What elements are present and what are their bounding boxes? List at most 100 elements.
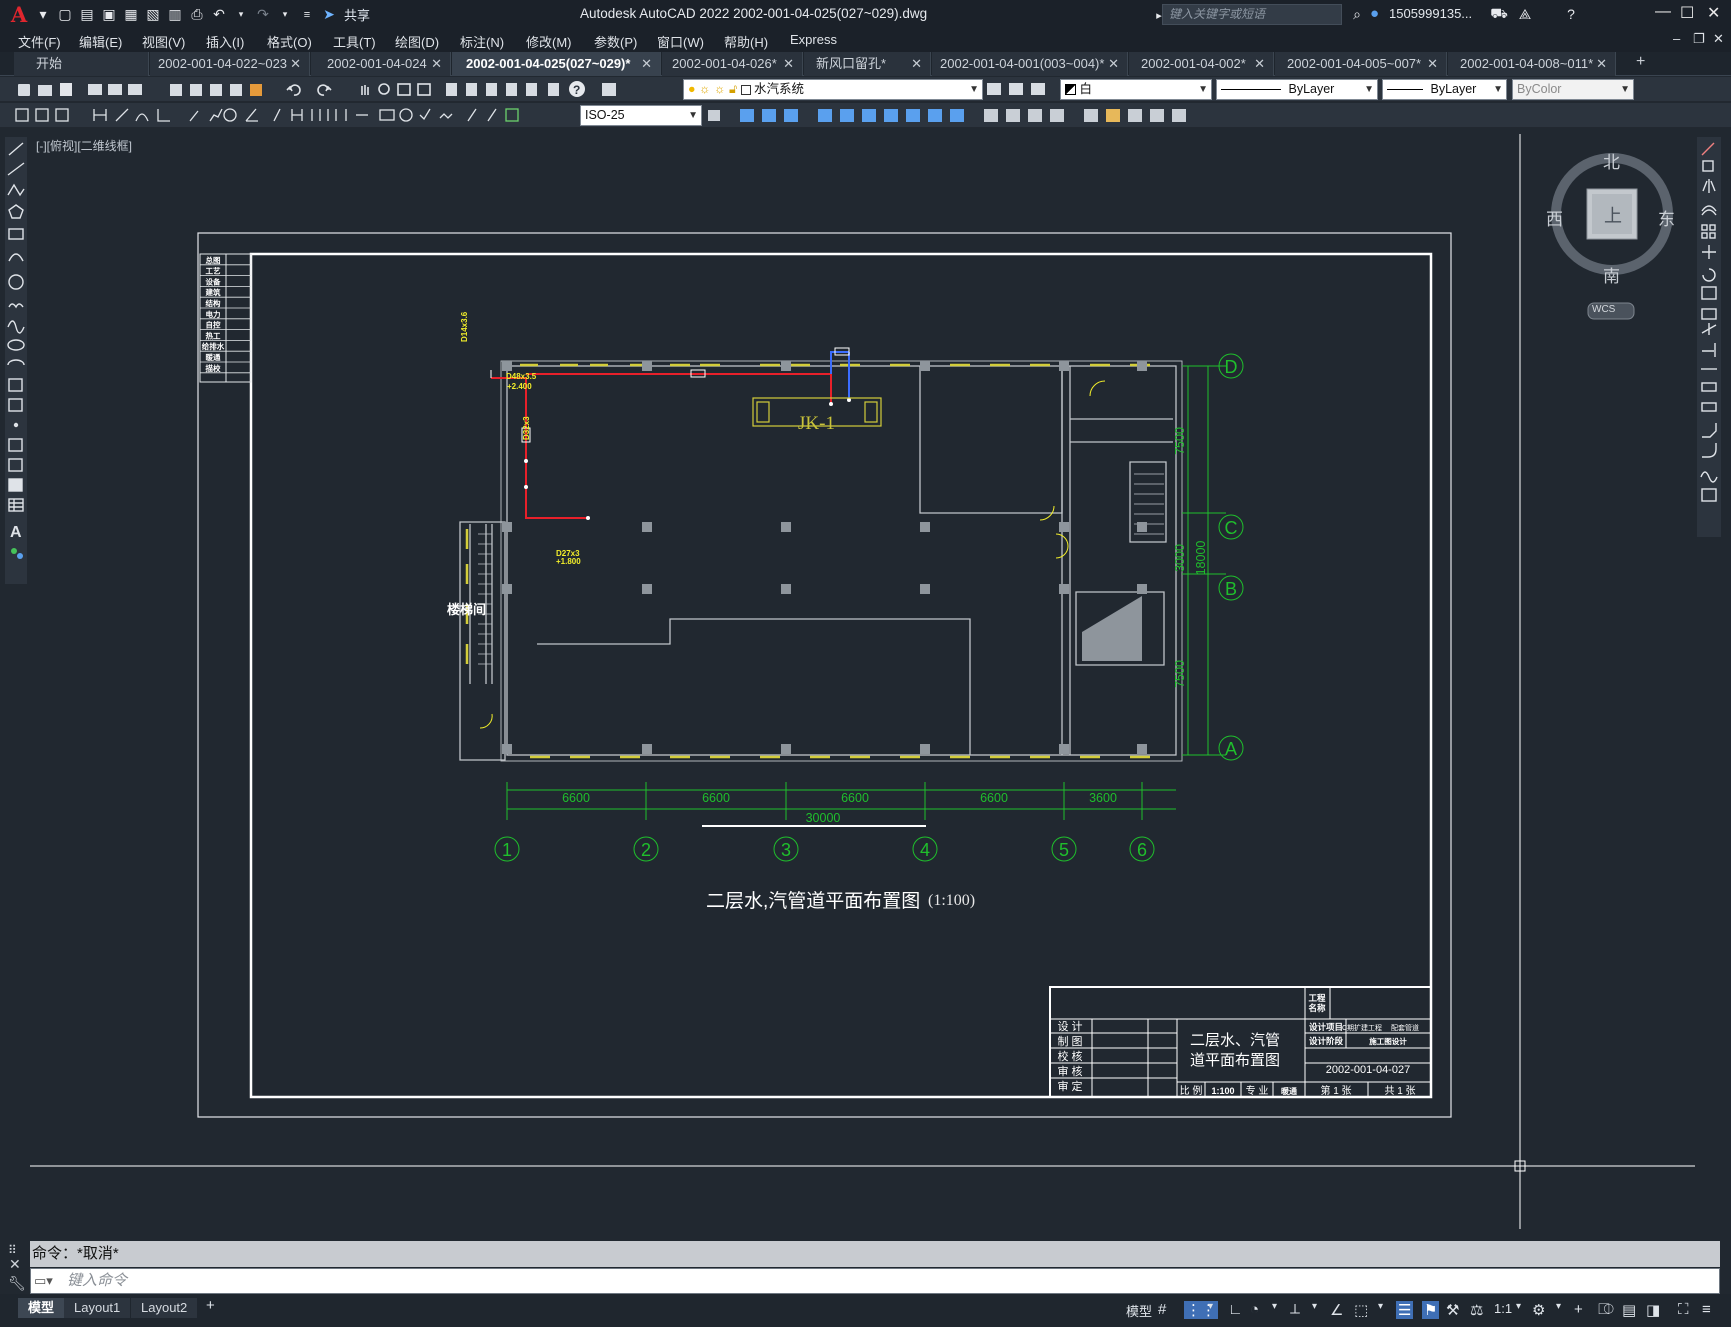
cart-icon[interactable]: ⛟	[1488, 3, 1510, 25]
customize-status-icon[interactable]: ≡	[1702, 1301, 1711, 1318]
doc-close-icon[interactable]: ✕	[1713, 31, 1724, 47]
annotation-scale-icon[interactable]: ⚖	[1470, 1301, 1483, 1319]
tab-start[interactable]: 开始	[14, 52, 149, 76]
new-tab-plus-icon[interactable]: +	[1636, 53, 1645, 71]
menu-edit[interactable]: 编辑(E)	[79, 32, 122, 51]
open-file-icon[interactable]: ▤	[76, 4, 98, 26]
units-icon[interactable]: ⎄	[1598, 1301, 1614, 1318]
tab-layout2[interactable]: Layout2	[131, 1298, 198, 1318]
close-button[interactable]: ✕	[1707, 3, 1720, 23]
object-snap-tracking-icon[interactable]: ∠	[1330, 1301, 1343, 1319]
viewcube-east[interactable]: 东	[1658, 205, 1675, 230]
save-icon[interactable]: ▣	[98, 4, 120, 26]
tab-file[interactable]: 2002-001-04-022~023 ✕	[150, 52, 310, 76]
autodesk-app-icon[interactable]: ⟁	[1514, 3, 1536, 25]
maximize-button[interactable]: ☐	[1680, 3, 1694, 23]
menu-help[interactable]: 帮助(H)	[724, 32, 768, 51]
tab-model[interactable]: 模型	[18, 1298, 65, 1318]
annotation-scale-value[interactable]: 1:1	[1494, 1301, 1512, 1316]
redo-dropdown-icon[interactable]: ▾	[274, 4, 296, 26]
open-web-icon[interactable]: ▧	[142, 4, 164, 26]
tab-layout1[interactable]: Layout1	[64, 1298, 131, 1318]
menu-draw[interactable]: 绘图(D)	[395, 32, 439, 51]
layer-on-icon[interactable]: ●	[688, 82, 696, 96]
workspace-menu-icon[interactable]: ▾	[1556, 1301, 1561, 1312]
keyword-search-input[interactable]: 键入关键字或短语	[1162, 4, 1342, 25]
undo-icon[interactable]: ↶	[208, 4, 230, 26]
annotation-monitor-icon[interactable]: +	[1574, 1301, 1583, 1318]
app-menu-chevron-icon[interactable]: ▾	[32, 4, 54, 26]
minimize-button[interactable]: —	[1655, 3, 1671, 21]
lineweight-dropdown[interactable]: ByLayer ▼	[1382, 79, 1507, 100]
plot-icon[interactable]: ⎙	[186, 4, 208, 26]
object-snap-menu-icon[interactable]: ▾	[1378, 1301, 1383, 1312]
isodraft-icon[interactable]: ⟂	[1290, 1301, 1300, 1318]
menu-insert[interactable]: 插入(I)	[206, 32, 244, 51]
command-prompt-icon[interactable]: ▭▾	[34, 1273, 53, 1289]
viewcube-south[interactable]: 南	[1603, 262, 1620, 287]
close-tab-icon[interactable]: ✕	[290, 52, 301, 76]
new-file-icon[interactable]: ▢	[54, 4, 76, 26]
menu-window[interactable]: 窗口(W)	[657, 32, 704, 51]
dimstyle-dropdown[interactable]: ISO-25 ▼	[580, 105, 702, 126]
autocad-logo-icon[interactable]: A	[6, 2, 32, 27]
isolate-objects-icon[interactable]: ◨	[1646, 1301, 1660, 1319]
save-web-icon[interactable]: ▥	[164, 4, 186, 26]
menu-file[interactable]: 文件(F)	[18, 32, 61, 51]
menu-modify[interactable]: 修改(M)	[526, 32, 572, 51]
share-icon[interactable]: ➤	[318, 4, 340, 26]
command-input[interactable]: 键入命令	[30, 1268, 1720, 1294]
menu-dimension[interactable]: 标注(N)	[460, 32, 504, 51]
layer-freeze-icon[interactable]: ☼	[699, 82, 710, 96]
tab-file[interactable]: 2002-001-04-024 ✕	[311, 52, 451, 76]
help-icon[interactable]: ?	[1560, 3, 1582, 25]
customize-quickaccess-icon[interactable]: ≡	[296, 4, 318, 26]
annotation-scale-menu-icon[interactable]: ▾	[1516, 1301, 1521, 1312]
chevron-down-icon[interactable]: ▼	[1364, 80, 1374, 99]
layer-vp-freeze-icon[interactable]: ☼	[714, 82, 725, 96]
add-layout-icon[interactable]: +	[206, 1297, 215, 1314]
close-tab-icon[interactable]: ✕	[431, 52, 442, 76]
viewcube-north[interactable]: 北	[1603, 148, 1620, 173]
viewcube-top-label[interactable]: 上	[1604, 202, 1622, 228]
tab-file-active[interactable]: 2002-001-04-025(027~029)* ✕	[452, 52, 661, 76]
chevron-down-icon[interactable]: ▼	[969, 80, 979, 99]
color-dropdown[interactable]: 白 ▼	[1060, 79, 1212, 100]
chevron-down-icon[interactable]: ▼	[1620, 80, 1630, 99]
polar-menu-icon[interactable]: ▾	[1272, 1301, 1277, 1312]
close-command-icon[interactable]: ✕	[9, 1256, 21, 1273]
redo-icon[interactable]: ↷	[252, 4, 274, 26]
model-space-button[interactable]: 模型	[1126, 1301, 1152, 1320]
menu-parametric[interactable]: 参数(P)	[594, 32, 637, 51]
layer-dropdown[interactable]: ● ☼ ☼ 🔓︎ 水汽系统 ▼	[683, 79, 983, 100]
chevron-down-icon[interactable]: ▼	[1198, 80, 1208, 99]
close-tab-icon[interactable]: ✕	[911, 52, 922, 76]
share-button[interactable]: 共享	[344, 5, 370, 24]
menu-express[interactable]: Express	[790, 32, 837, 47]
chevron-down-icon[interactable]: ▼	[688, 106, 698, 125]
command-grip-icon[interactable]: ⠿	[8, 1243, 26, 1257]
menu-tools[interactable]: 工具(T)	[333, 32, 376, 51]
quick-properties-icon[interactable]: ▤	[1622, 1301, 1636, 1319]
user-account[interactable]: 1505999135...	[1389, 6, 1472, 21]
wcs-label[interactable]: WCS	[1592, 304, 1615, 315]
linetype-dropdown[interactable]: ByLayer ▼	[1216, 79, 1378, 100]
close-tab-icon[interactable]: ✕	[1254, 52, 1265, 76]
clean-screen-icon[interactable]: ⛶	[1678, 1301, 1689, 1318]
undo-dropdown-icon[interactable]: ▾	[230, 4, 252, 26]
tab-file[interactable]: 2002-001-04-008~011* ✕	[1448, 52, 1616, 76]
layer-lock-icon[interactable]: 🔓︎	[729, 82, 737, 96]
auto-scale-icon[interactable]: ⚒	[1446, 1301, 1459, 1319]
chevron-down-icon[interactable]: ▼	[1493, 80, 1503, 99]
close-tab-icon[interactable]: ✕	[783, 52, 794, 76]
search-icon[interactable]: ⌕	[1346, 3, 1368, 25]
close-tab-icon[interactable]: ✕	[1427, 52, 1438, 76]
viewcube-west[interactable]: 西	[1546, 205, 1563, 230]
doc-minimize-icon[interactable]: –	[1673, 31, 1680, 46]
annotation-visibility-icon[interactable]: ⚑	[1422, 1301, 1440, 1319]
grid-icon[interactable]: #	[1158, 1301, 1166, 1318]
doc-restore-icon[interactable]: ❐	[1693, 31, 1705, 47]
workspace-gear-icon[interactable]: ⚙	[1532, 1301, 1545, 1319]
tab-file[interactable]: 2002-001-04-005~007* ✕	[1275, 52, 1447, 76]
tab-file[interactable]: 2002-001-04-002* ✕	[1129, 52, 1274, 76]
